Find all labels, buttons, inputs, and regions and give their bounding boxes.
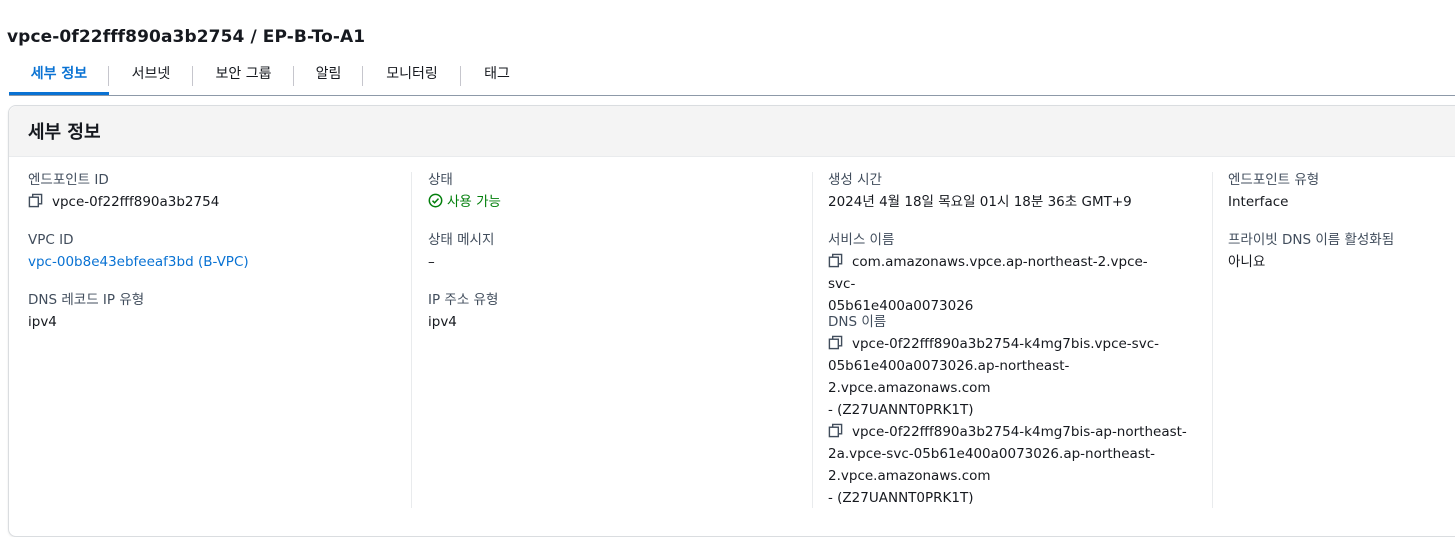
dns-name-1-line-2: 05b61e400a0073026.ap-northeast- (828, 358, 1070, 374)
dns-name-2-line-2: 2a.vpce-svc-05b61e400a0073026.ap-northea… (828, 446, 1156, 462)
status-message-field: 상태 메시지 – (428, 229, 494, 273)
endpoint-type-label: 엔드포인트 유형 (1228, 172, 1320, 188)
vpc-id-label: VPC ID (28, 232, 74, 248)
ip-address-type-value: ipv4 (428, 314, 457, 330)
creation-time-field: 생성 시간 2024년 4월 18일 목요일 01시 18분 36초 GMT+9 (828, 169, 1132, 213)
creation-time-value: 2024년 4월 18일 목요일 01시 18분 36초 GMT+9 (828, 194, 1132, 210)
column-divider (411, 172, 412, 508)
dns-record-ip-type-label: DNS 레코드 IP 유형 (28, 292, 145, 308)
dns-name-1-line-4: - (Z27UANNT0PRK1T) (828, 402, 974, 418)
endpoint-type-value: Interface (1228, 194, 1289, 210)
endpoint-id-label: 엔드포인트 ID (28, 172, 109, 188)
column-divider (1212, 172, 1213, 508)
dns-name-entry: vpce-0f22fff890a3b2754-k4mg7bis.vpce-svc… (828, 333, 1173, 421)
service-name-field: 서비스 이름 com.amazonaws.vpce.ap-northeast-2… (828, 229, 1173, 317)
dns-names-field: DNS 이름 vpce-0f22fff890a3b2754-k4mg7bis.v… (828, 311, 1187, 509)
dns-name-entry: vpce-0f22fff890a3b2754-k4mg7bis-ap-north… (828, 421, 1187, 509)
endpoint-id-field: 엔드포인트 ID vpce-0f22fff890a3b2754 (28, 169, 219, 213)
check-circle-icon (428, 193, 443, 208)
dns-name-1-line-3: 2.vpce.amazonaws.com (828, 380, 991, 396)
dns-name-2-line-3: 2.vpce.amazonaws.com (828, 468, 991, 484)
tab-security-groups[interactable]: 보안 그룹 (193, 60, 294, 93)
tab-details[interactable]: 세부 정보 (9, 60, 109, 93)
tab-subnets[interactable]: 서브넷 (109, 60, 193, 93)
status-field: 상태 사용 가능 (428, 169, 501, 213)
creation-time-label: 생성 시간 (828, 172, 882, 188)
dns-name-2-line-1: vpce-0f22fff890a3b2754-k4mg7bis-ap-north… (852, 424, 1187, 440)
service-name-label: 서비스 이름 (828, 232, 895, 248)
tab-notifications[interactable]: 알림 (294, 60, 363, 93)
ip-address-type-field: IP 주소 유형 ipv4 (428, 289, 498, 333)
dns-name-1-line-1: vpce-0f22fff890a3b2754-k4mg7bis.vpce-svc… (852, 336, 1159, 352)
dns-record-ip-type-value: ipv4 (28, 314, 57, 330)
service-name-line: com.amazonaws.vpce.ap-northeast-2.vpce-s… (828, 251, 1173, 295)
page-title: vpce-0f22fff890a3b2754 / EP-B-To-A1 (7, 27, 366, 47)
vpc-id-link[interactable]: vpc-00b8e43ebfeeaf3bd (B-VPC) (28, 251, 249, 273)
private-dns-enabled-label: 프라이빗 DNS 이름 활성화됨 (1228, 232, 1395, 248)
dns-record-ip-type-field: DNS 레코드 IP 유형 ipv4 (28, 289, 144, 333)
dns-names-label: DNS 이름 (828, 314, 887, 330)
dns-name-2-line-4: - (Z27UANNT0PRK1T) (828, 490, 974, 506)
endpoint-id-value: vpce-0f22fff890a3b2754 (52, 194, 220, 210)
endpoint-id-value-row: vpce-0f22fff890a3b2754 (28, 191, 219, 213)
vpc-id-field: VPC ID vpc-00b8e43ebfeeaf3bd (B-VPC) (28, 229, 249, 273)
private-dns-enabled-field: 프라이빗 DNS 이름 활성화됨 아니요 (1228, 229, 1394, 273)
copy-icon[interactable] (828, 335, 843, 350)
panel-header: 세부 정보 (9, 106, 1455, 157)
endpoint-type-field: 엔드포인트 유형 Interface (1228, 169, 1319, 213)
private-dns-enabled-value: 아니요 (1228, 254, 1266, 270)
service-name-value-line-1: com.amazonaws.vpce.ap-northeast-2.vpce-s… (828, 254, 1148, 292)
status-value-row: 사용 가능 (428, 191, 501, 213)
copy-icon[interactable] (828, 423, 843, 438)
status-message-value: – (428, 254, 435, 270)
status-value: 사용 가능 (447, 194, 501, 210)
copy-icon[interactable] (828, 253, 843, 268)
copy-icon[interactable] (28, 193, 43, 208)
column-divider (812, 172, 813, 508)
details-panel: 세부 정보 엔드포인트 ID vpce-0f22fff890a3b2754 VP… (8, 105, 1455, 537)
tab-monitoring[interactable]: 모니터링 (363, 60, 461, 93)
status-label: 상태 (428, 172, 453, 188)
active-tab-indicator (9, 92, 109, 95)
tab-tags[interactable]: 태그 (461, 60, 533, 93)
panel-title: 세부 정보 (28, 122, 101, 143)
tab-bar: 세부 정보 서브넷 보안 그룹 알림 모니터링 태그 (9, 60, 1455, 96)
ip-address-type-label: IP 주소 유형 (428, 292, 499, 308)
status-message-label: 상태 메시지 (428, 232, 495, 248)
